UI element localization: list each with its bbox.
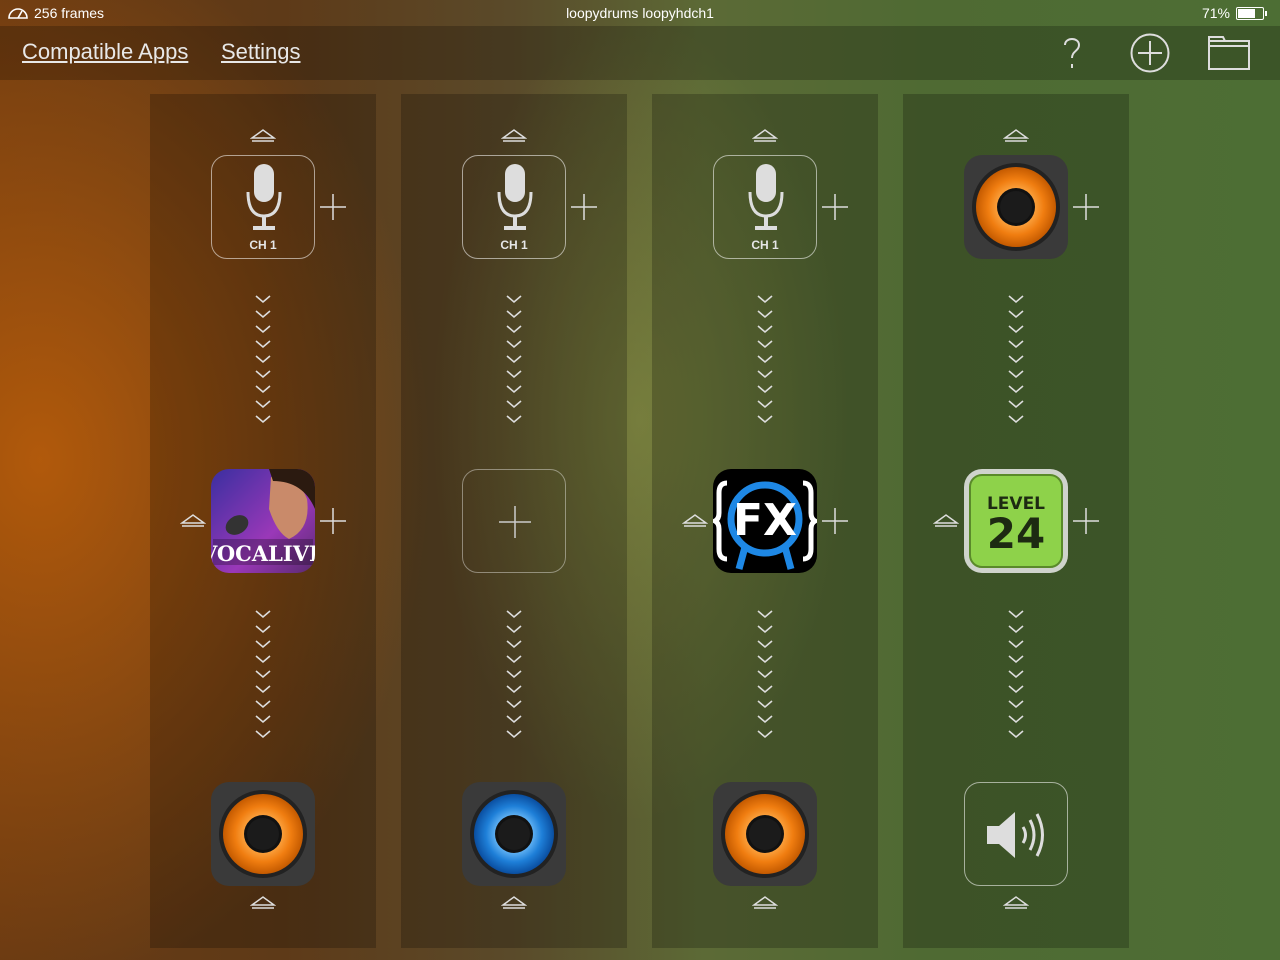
eject-input-icon[interactable] [752, 128, 778, 144]
signal-flow-arrows-icon [506, 610, 522, 738]
eject-output-icon[interactable] [250, 895, 276, 911]
speaker-icon [987, 812, 1044, 858]
output-slot-speaker[interactable] [964, 782, 1068, 886]
signal-flow-arrows-icon [1008, 295, 1024, 423]
signal-flow-arrows-icon [757, 295, 773, 423]
battery-status: 71% [1201, 5, 1267, 21]
loopy-hd-app-icon [713, 782, 817, 886]
window-title: loopydrums loopyhdch1 [566, 5, 714, 21]
add-input-plus-icon[interactable] [1072, 193, 1100, 221]
svg-text:VOCALIVE: VOCALIVE [211, 541, 315, 566]
eject-input-icon[interactable] [501, 128, 527, 144]
input-slot-ch1[interactable]: CH 1 [211, 155, 315, 259]
status-bar: 256 frames loopydrums loopyhdch1 71% [0, 0, 1280, 26]
channel-strip-4: LEVEL 24 [903, 94, 1129, 948]
svg-text:FX: FX [733, 495, 797, 546]
add-input-plus-icon[interactable] [570, 193, 598, 221]
microphone-icon [497, 164, 533, 230]
channel-strip-3: CH 1 FX [652, 94, 878, 948]
output-slot-loopy[interactable] [713, 782, 817, 886]
vocalive-app-icon: VOCALIVE [211, 469, 315, 573]
channel-strip-1: CH 1 VOCALIVE [150, 94, 376, 948]
folder-icon[interactable] [1207, 33, 1251, 73]
eject-output-icon[interactable] [752, 895, 778, 911]
toolbar: Compatible Apps Settings [0, 26, 1280, 80]
eject-input-icon[interactable] [250, 128, 276, 144]
input-label: CH 1 [751, 238, 779, 252]
microphone-icon [246, 164, 282, 230]
add-effect-plus-icon[interactable] [319, 507, 347, 535]
battery-icon [1236, 6, 1267, 20]
fx-app-icon: FX [713, 469, 817, 573]
add-effect-slot[interactable] [462, 469, 566, 573]
battery-tip [1265, 10, 1267, 16]
add-input-plus-icon[interactable] [319, 193, 347, 221]
input-label: CH 1 [249, 238, 277, 252]
add-effect-plus-icon[interactable] [1072, 507, 1100, 535]
output-slot-loopy[interactable] [211, 782, 315, 886]
loopy-hd-app-icon [211, 782, 315, 886]
eject-effect-icon[interactable] [933, 513, 959, 529]
add-icon[interactable] [1130, 33, 1170, 73]
microphone-icon [748, 164, 784, 230]
loopy-hd-app-icon [964, 155, 1068, 259]
effect-slot-level24[interactable]: LEVEL 24 [964, 469, 1068, 573]
signal-flow-arrows-icon [506, 295, 522, 423]
add-input-plus-icon[interactable] [821, 193, 849, 221]
help-icon[interactable] [1052, 33, 1092, 73]
settings-link[interactable]: Settings [221, 39, 301, 65]
loopy-masterpiece-app-icon [462, 782, 566, 886]
add-effect-plus-icon[interactable] [821, 507, 849, 535]
level-24-app-icon: LEVEL 24 [964, 469, 1068, 573]
effect-slot-vocalive[interactable]: VOCALIVE [211, 469, 315, 573]
input-slot-ch1[interactable]: CH 1 [462, 155, 566, 259]
eject-output-icon[interactable] [501, 895, 527, 911]
eject-effect-icon[interactable] [180, 513, 206, 529]
signal-flow-arrows-icon [255, 610, 271, 738]
eject-effect-icon[interactable] [682, 513, 708, 529]
signal-flow-arrows-icon [255, 295, 271, 423]
eject-input-icon[interactable] [1003, 128, 1029, 144]
effect-slot-fx[interactable]: FX [713, 469, 817, 573]
input-label: CH 1 [500, 238, 528, 252]
input-slot-loopy[interactable] [964, 155, 1068, 259]
eject-output-icon[interactable] [1003, 895, 1029, 911]
input-slot-ch1[interactable]: CH 1 [713, 155, 817, 259]
output-slot-loopy-masterpiece[interactable] [462, 782, 566, 886]
battery-fill [1238, 8, 1255, 18]
signal-flow-arrows-icon [1008, 610, 1024, 738]
channel-strip-2: CH 1 [401, 94, 627, 948]
svg-text:24: 24 [987, 509, 1045, 558]
signal-flow-arrows-icon [757, 610, 773, 738]
plus-icon [499, 506, 531, 538]
battery-percent: 71% [1201, 5, 1230, 21]
compatible-apps-link[interactable]: Compatible Apps [22, 39, 188, 65]
